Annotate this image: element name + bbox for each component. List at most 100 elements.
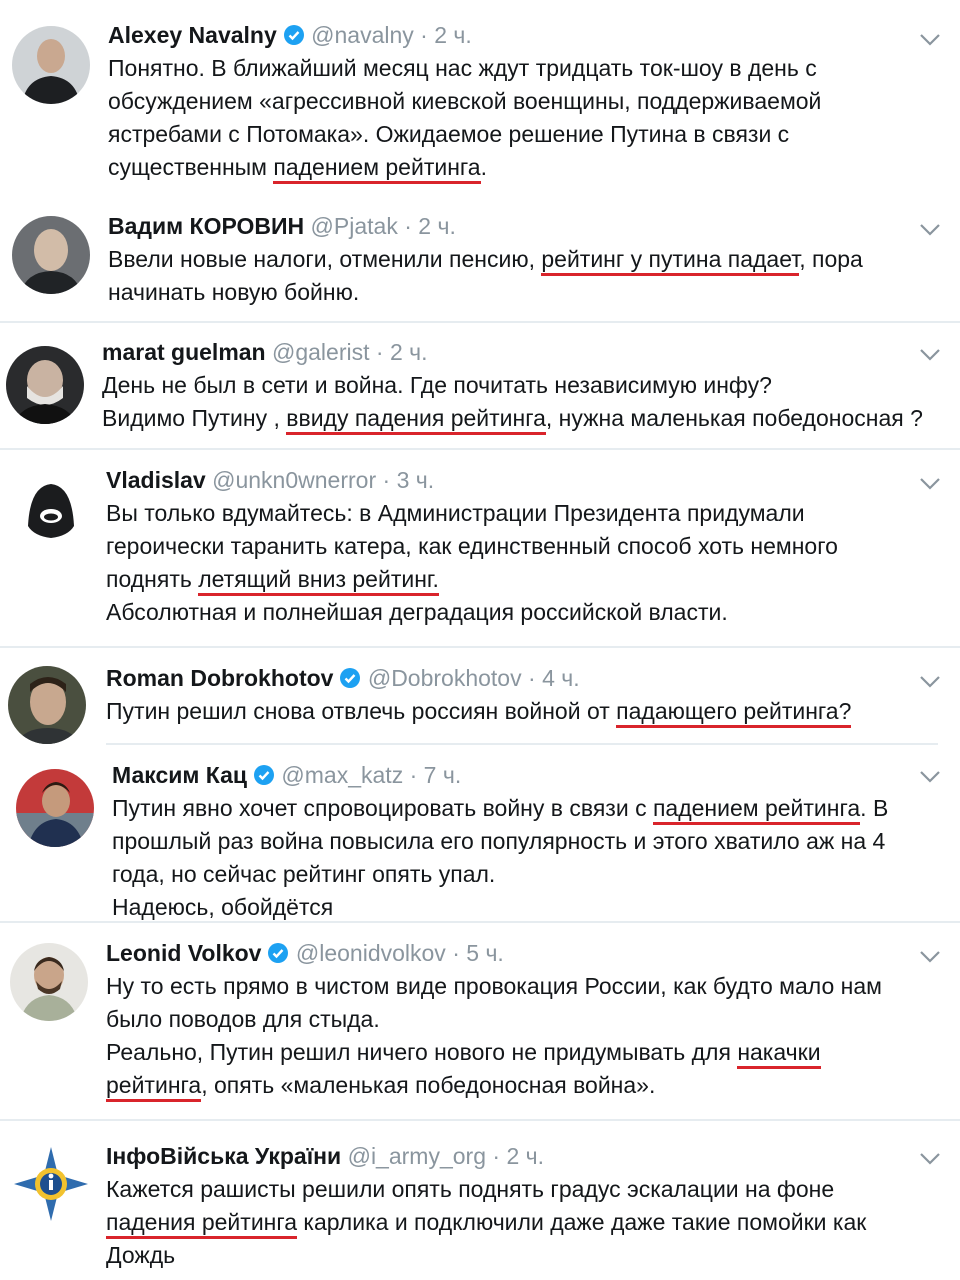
tweet-header: Максим Кац @max_katz · 7 ч.	[112, 758, 940, 792]
avatar[interactable]	[16, 769, 94, 847]
user-handle[interactable]: @Pjatak	[311, 213, 398, 239]
tweet-infoviyska[interactable]: ІнфоВійська України @i_army_org · 2 ч. К…	[0, 1121, 960, 1280]
text-fragment: . В	[860, 795, 889, 821]
text-fragment: , пора	[799, 246, 863, 272]
avatar[interactable]	[12, 472, 90, 550]
display-name[interactable]: Alexey Navalny	[108, 22, 277, 48]
chevron-down-icon[interactable]	[918, 949, 942, 965]
display-name[interactable]: marat guelman	[102, 339, 266, 365]
chevron-down-icon[interactable]	[918, 769, 942, 785]
tweet-dobrokhotov[interactable]: Roman Dobrokhotov @Dobrokhotov · 4 ч. Пу…	[0, 648, 960, 744]
tweet-text: Путин явно хочет спровоцировать войну в …	[112, 792, 940, 924]
user-handle[interactable]: @max_katz	[281, 762, 403, 788]
user-handle[interactable]: @navalny	[311, 22, 414, 48]
user-handle[interactable]: @Dobrokhotov	[368, 665, 522, 691]
timestamp[interactable]: 4 ч.	[542, 665, 580, 691]
timestamp[interactable]: 5 ч.	[466, 940, 504, 966]
avatar[interactable]	[12, 216, 90, 294]
highlighted-phrase: ввиду падения рейтинга	[286, 405, 546, 435]
text-fragment: прошлый раз война повысила его популярно…	[112, 828, 886, 854]
text-fragment: героически таранить катера, как единстве…	[106, 533, 838, 559]
tweet-text: День не был в сети и война. Где почитать…	[102, 369, 940, 435]
text-fragment: Понятно. В ближайший месяц нас ждут трид…	[108, 55, 817, 81]
highlighted-phrase: рейтинг у путина падает	[541, 246, 800, 276]
tweet-katz[interactable]: Максим Кац @max_katz · 7 ч. Путин явно х…	[0, 745, 960, 921]
user-handle[interactable]: @unkn0wnerror	[212, 467, 376, 493]
display-name[interactable]: Вадим КОРОВИН	[108, 213, 304, 239]
text-fragment: существенным	[108, 154, 274, 180]
timestamp[interactable]: 2 ч.	[418, 213, 456, 239]
tweet-header: Roman Dobrokhotov @Dobrokhotov · 4 ч.	[106, 661, 940, 695]
separator-dot: ·	[445, 940, 467, 966]
highlighted-phrase: накачки	[737, 1039, 821, 1069]
text-fragment: Вы только вдумайтесь: в Администрации Пр…	[106, 500, 805, 526]
chevron-down-icon[interactable]	[918, 674, 942, 690]
tweet-text: Ну то есть прямо в чистом виде провокаци…	[106, 970, 940, 1102]
verified-icon	[253, 761, 275, 795]
timestamp[interactable]: 3 ч.	[397, 467, 435, 493]
text-fragment: Дождь	[106, 1242, 176, 1268]
text-fragment: было поводов для стыда.	[106, 1006, 380, 1032]
text-fragment: Видимо Путину ,	[102, 405, 287, 431]
timestamp[interactable]: 2 ч.	[506, 1143, 544, 1169]
display-name[interactable]: Максим Кац	[112, 762, 247, 788]
timestamp[interactable]: 2 ч.	[434, 22, 472, 48]
text-fragment: карлика и подключили даже даже такие пом…	[297, 1209, 867, 1235]
display-name[interactable]: Roman Dobrokhotov	[106, 665, 333, 691]
tweet-vladislav[interactable]: Vladislav @unkn0wnerror · 3 ч. Вы только…	[0, 450, 960, 646]
text-fragment: Путин решил снова отвлечь россиян войной…	[106, 698, 617, 724]
chevron-down-icon[interactable]	[918, 476, 942, 492]
tweet-text: Вы только вдумайтесь: в Администрации Пр…	[106, 497, 940, 629]
tweet-korovin[interactable]: Вадим КОРОВИН @Pjatak · 2 ч. Ввели новые…	[0, 200, 960, 322]
text-fragment: ястребами с Потомака». Ожидаемое решение…	[108, 121, 790, 147]
display-name[interactable]: Leonid Volkov	[106, 940, 261, 966]
separator-dot: ·	[376, 467, 397, 493]
highlighted-phrase: падением рейтинга	[273, 154, 481, 184]
highlighted-phrase: падения рейтинга	[106, 1209, 298, 1239]
chevron-down-icon[interactable]	[918, 222, 942, 238]
highlighted-phrase: падающего рейтинга?	[616, 698, 852, 728]
separator-dot: ·	[397, 213, 419, 239]
avatar[interactable]	[6, 346, 84, 424]
text-fragment: День не был в сети и война. Где почитать…	[102, 372, 772, 398]
avatar[interactable]	[12, 26, 90, 104]
chevron-down-icon[interactable]	[918, 32, 942, 48]
tweet-text: Кажется рашисты решили опять поднять гра…	[106, 1173, 940, 1272]
avatar[interactable]	[8, 666, 86, 744]
text-fragment: Надеюсь, обойдётся	[112, 894, 334, 920]
text-fragment: года, но сейчас рейтинг опять упал.	[112, 861, 496, 887]
display-name[interactable]: Vladislav	[106, 467, 206, 493]
text-fragment: , нужна маленькая победоносная ?	[545, 405, 923, 431]
separator-dot: ·	[403, 762, 424, 788]
tweet-header: Вадим КОРОВИН @Pjatak · 2 ч.	[108, 209, 940, 243]
separator-dot: ·	[413, 22, 435, 48]
text-fragment: .	[480, 154, 487, 180]
user-handle[interactable]: @i_army_org	[348, 1143, 486, 1169]
tweet-navalny[interactable]: Alexey Navalny @navalny · 2 ч. Понятно. …	[0, 0, 960, 200]
timestamp[interactable]: 2 ч.	[390, 339, 428, 365]
text-fragment: , опять «маленькая победоносная война».	[201, 1072, 656, 1098]
user-handle[interactable]: @leonidvolkov	[296, 940, 446, 966]
text-fragment: Ввели новые налоги, отменили пенсию,	[108, 246, 542, 272]
tweet-header: ІнфоВійська України @i_army_org · 2 ч.	[106, 1139, 940, 1173]
verified-icon	[283, 21, 305, 55]
text-fragment: Абсолютная и полнейшая деградация россий…	[106, 599, 728, 625]
avatar[interactable]	[10, 943, 88, 1021]
chevron-down-icon[interactable]	[918, 347, 942, 363]
timestamp[interactable]: 7 ч.	[424, 762, 462, 788]
tweet-header: marat guelman @galerist · 2 ч.	[102, 335, 940, 369]
tweet-text: Ввели новые налоги, отменили пенсию, рей…	[108, 243, 940, 309]
highlighted-phrase: рейтинга	[106, 1072, 202, 1102]
text-fragment: начинать новую бойню.	[108, 279, 360, 305]
display-name[interactable]: ІнфоВійська України	[106, 1143, 341, 1169]
highlighted-phrase: падением рейтинга	[652, 795, 861, 825]
text-fragment: обсуждением «агрессивной киевской военщи…	[108, 88, 822, 114]
tweet-text: Путин решил снова отвлечь россиян войной…	[106, 695, 940, 728]
tweet-guelman[interactable]: marat guelman @galerist · 2 ч. День не б…	[0, 323, 960, 448]
chevron-down-icon[interactable]	[918, 1151, 942, 1167]
separator-dot: ·	[486, 1143, 507, 1169]
user-handle[interactable]: @galerist	[272, 339, 370, 365]
text-fragment: Ну то есть прямо в чистом виде провокаци…	[106, 973, 882, 999]
avatar[interactable]	[12, 1145, 90, 1223]
tweet-volkov[interactable]: Leonid Volkov @leonidvolkov · 5 ч. Ну то…	[0, 923, 960, 1119]
